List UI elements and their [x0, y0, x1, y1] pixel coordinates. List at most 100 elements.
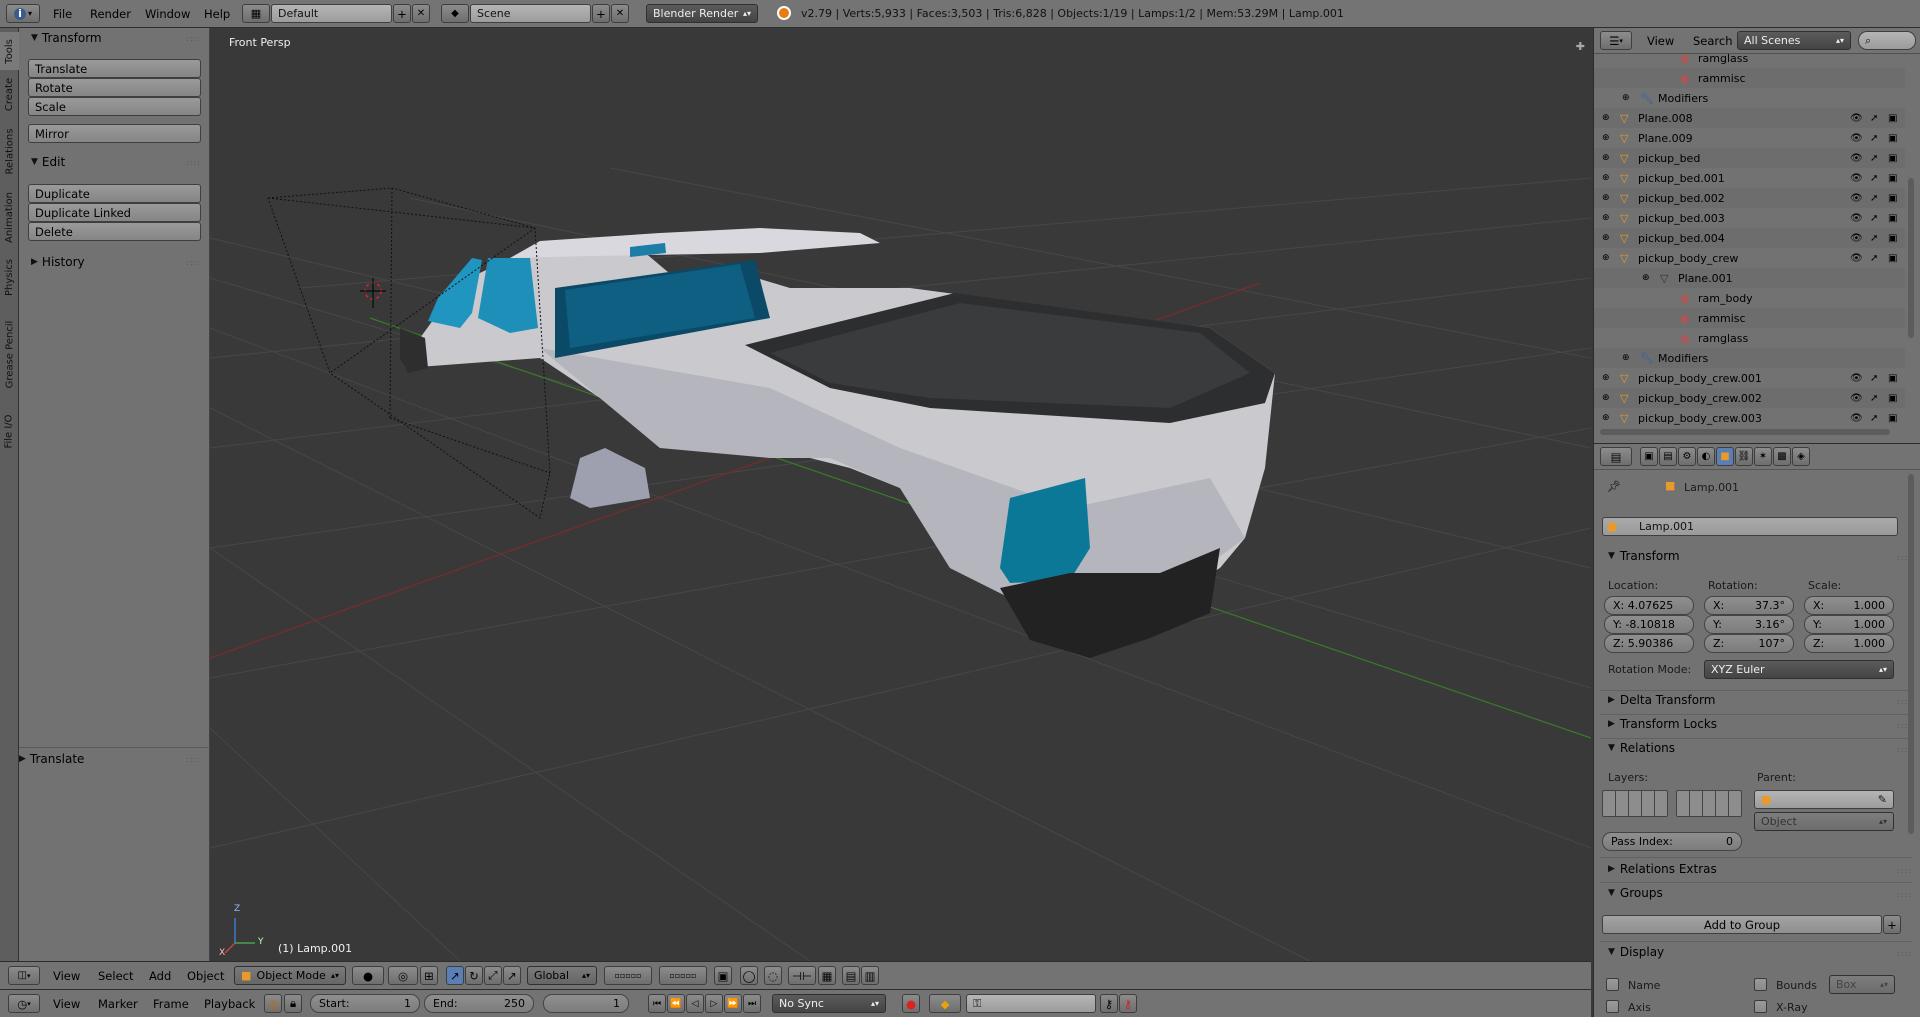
- tab-create[interactable]: Create: [0, 72, 19, 116]
- render-anim-button[interactable]: ▥: [861, 966, 879, 985]
- tab-tools[interactable]: Tools: [0, 32, 19, 70]
- menu-view[interactable]: View: [1647, 34, 1674, 48]
- editor-type-button[interactable]: ▤: [1600, 447, 1632, 466]
- expand-toggle-icon[interactable]: ⊕: [1602, 233, 1610, 243]
- renderable-camera-icon[interactable]: ▣: [1888, 213, 1897, 224]
- current-frame-field[interactable]: 1: [543, 994, 629, 1013]
- menu-playback[interactable]: Playback: [204, 997, 255, 1011]
- delete-button[interactable]: Delete: [28, 222, 201, 241]
- visibility-eye-icon[interactable]: 👁︎: [1850, 113, 1863, 124]
- render-tab-icon[interactable]: ▣: [1640, 447, 1658, 466]
- layer-grid-b[interactable]: [1676, 790, 1742, 817]
- display-axis-checkbox[interactable]: [1606, 1000, 1619, 1013]
- transform-section-header[interactable]: ▼ Transform: [1608, 549, 1680, 563]
- visibility-eye-icon[interactable]: 👁︎: [1850, 133, 1863, 144]
- editor-type-button[interactable]: ◷ ▾: [8, 994, 40, 1013]
- outliner-row[interactable]: ⊕ ▽ pickup_bed.001 👁︎ ➚ ▣: [1594, 168, 1905, 188]
- expand-toggle-icon[interactable]: ⊕: [1602, 173, 1610, 183]
- tab-file-io[interactable]: File I/O: [0, 406, 19, 456]
- render-engine-select[interactable]: Blender Render ▴▾: [646, 4, 758, 23]
- outliner-row[interactable]: ◉ rammisc: [1594, 308, 1905, 328]
- sync-select[interactable]: No Sync ▴▾: [772, 994, 886, 1013]
- rotation-x-field[interactable]: X: 37.3°: [1704, 596, 1794, 615]
- snap-toggle[interactable]: ◌: [764, 966, 782, 985]
- panel-grip-icon[interactable]: ::::: [186, 34, 201, 43]
- pass-index-field[interactable]: Pass Index: 0: [1602, 832, 1742, 851]
- manipulator-toggle[interactable]: ⊞: [420, 966, 438, 985]
- visibility-eye-icon[interactable]: 👁︎: [1850, 413, 1863, 424]
- expand-toggle-icon[interactable]: ⊕: [1602, 253, 1610, 263]
- outliner-row[interactable]: ⊕ ▽ pickup_body_crew 👁︎ ➚ ▣: [1594, 248, 1905, 268]
- visibility-eye-icon[interactable]: 👁︎: [1850, 393, 1863, 404]
- panel-grip-icon[interactable]: ::::: [1897, 949, 1912, 958]
- screen-layout-field[interactable]: Default: [271, 4, 392, 23]
- transform-panel-header[interactable]: ▼ Transform: [31, 31, 102, 45]
- mirror-button[interactable]: Mirror: [28, 124, 201, 143]
- panel-grip-icon[interactable]: ::::: [1897, 890, 1912, 899]
- groups-header[interactable]: ▼ Groups: [1608, 886, 1663, 900]
- expand-toggle-icon[interactable]: ⊕: [1602, 193, 1610, 203]
- layers-tab-icon[interactable]: ▤: [1659, 447, 1677, 466]
- selectable-arrow-icon[interactable]: ➚: [1870, 173, 1878, 184]
- panel-grip-icon[interactable]: ::::: [186, 258, 201, 267]
- keying-set-field[interactable]: ⚿: [966, 994, 1096, 1013]
- expand-toggle-icon[interactable]: ⊕: [1642, 273, 1650, 283]
- menu-help[interactable]: Help: [204, 7, 230, 21]
- renderable-camera-icon[interactable]: ▣: [1888, 253, 1897, 264]
- scene-tab-icon[interactable]: ⚙: [1678, 447, 1696, 466]
- outliner-row[interactable]: ⊕ 🔧︎ Modifiers: [1594, 348, 1905, 368]
- expand-toggle-icon[interactable]: ⊕: [1622, 353, 1630, 363]
- outliner-row[interactable]: ⊕ ▽ pickup_bed.004 👁︎ ➚ ▣: [1594, 228, 1905, 248]
- new-group-button[interactable]: +: [1883, 915, 1901, 934]
- location-x-field[interactable]: X: 4.07625: [1604, 596, 1694, 615]
- selectable-arrow-icon[interactable]: ➚: [1870, 373, 1878, 384]
- renderable-camera-icon[interactable]: ▣: [1888, 373, 1897, 384]
- prev-keyframe-button[interactable]: ⏪: [667, 994, 685, 1013]
- expand-toggle-icon[interactable]: ⊕: [1602, 213, 1610, 223]
- translate-manipulator[interactable]: ↗: [446, 966, 464, 985]
- relations-header[interactable]: ▼ Relations: [1608, 741, 1675, 755]
- tab-physics[interactable]: Physics: [0, 252, 19, 302]
- eyedropper-icon[interactable]: ✎: [1878, 793, 1887, 806]
- expand-toggle-icon[interactable]: ⊕: [1602, 133, 1610, 143]
- pivot-button[interactable]: ◎: [388, 966, 418, 985]
- tab-relations[interactable]: Relations: [0, 122, 19, 180]
- menu-frame[interactable]: Frame: [153, 997, 189, 1011]
- jump-end-button[interactable]: ⏭: [743, 994, 761, 1013]
- object-name-field[interactable]: Lamp.001: [1602, 517, 1898, 536]
- parent-field[interactable]: ■ ✎: [1754, 790, 1894, 809]
- visibility-eye-icon[interactable]: 👁︎: [1850, 233, 1863, 244]
- rotation-z-field[interactable]: Z: 107°: [1704, 634, 1794, 653]
- play-button[interactable]: ▷: [705, 994, 723, 1013]
- orientation-select[interactable]: Global ▴▾: [527, 966, 597, 985]
- outliner-row[interactable]: ◉ rammisc: [1594, 68, 1905, 88]
- outliner-row[interactable]: ⊕ ▽ pickup_bed.002 👁︎ ➚ ▣: [1594, 188, 1905, 208]
- render-preview-button[interactable]: ▤: [842, 966, 860, 985]
- outliner-row[interactable]: ⊕ 🔧︎ Modifiers: [1594, 88, 1905, 108]
- menu-object[interactable]: Object: [187, 969, 224, 983]
- menu-select[interactable]: Select: [98, 969, 133, 983]
- outliner-row[interactable]: ⊕ ▽ pickup_body_crew.001 👁︎ ➚ ▣: [1594, 368, 1905, 388]
- duplicate-linked-button[interactable]: Duplicate Linked: [28, 203, 201, 222]
- manipulator-extra[interactable]: ↗: [503, 966, 521, 985]
- menu-render[interactable]: Render: [90, 7, 131, 21]
- scale-x-field[interactable]: X: 1.000: [1804, 596, 1894, 615]
- selectable-arrow-icon[interactable]: ➚: [1870, 113, 1878, 124]
- transform-locks-header[interactable]: ▶ Transform Locks: [1608, 717, 1717, 731]
- outliner-row[interactable]: ⊕ ▽ pickup_body_crew.002 👁︎ ➚ ▣: [1594, 388, 1905, 408]
- outliner-row[interactable]: ◉ ramglass: [1594, 54, 1905, 68]
- visibility-eye-icon[interactable]: 👁︎: [1850, 193, 1863, 204]
- scale-y-field[interactable]: Y: 1.000: [1804, 615, 1894, 634]
- outliner-row[interactable]: ⊕ ▽ Plane.008 👁︎ ➚ ▣: [1594, 108, 1905, 128]
- viewport-plus-icon[interactable]: ✚: [1576, 40, 1585, 53]
- display-mode-select[interactable]: All Scenes ▴▾: [1737, 31, 1851, 50]
- selectable-arrow-icon[interactable]: ➚: [1870, 413, 1878, 424]
- play-reverse-button[interactable]: ◁: [686, 994, 704, 1013]
- pickup-truck-model[interactable]: [400, 228, 1275, 658]
- pin-icon[interactable]: 📌︎: [1607, 480, 1621, 493]
- constraints-tab-icon[interactable]: ⛓: [1735, 447, 1753, 466]
- expand-toggle-icon[interactable]: ⊕: [1602, 153, 1610, 163]
- outliner-row[interactable]: ◉ ram_body: [1594, 288, 1905, 308]
- scale-manipulator[interactable]: ⤢: [484, 966, 502, 985]
- expand-toggle-icon[interactable]: ⊕: [1622, 93, 1630, 103]
